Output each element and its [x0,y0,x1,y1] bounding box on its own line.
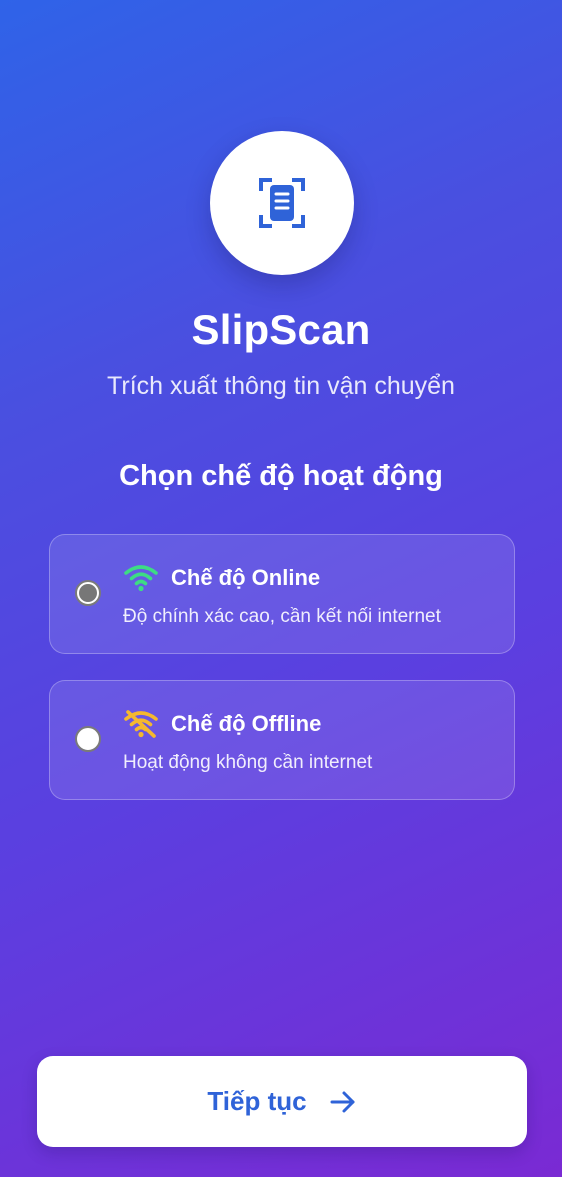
app-subtitle: Trích xuất thông tin vận chuyển [107,372,455,400]
mode-option-offline[interactable]: Chế độ Offline Hoạt động không cần inter… [49,680,515,800]
wifi-icon [124,565,158,592]
offline-mode-label: Chế độ Offline [171,711,322,736]
document-scan-icon [259,178,305,228]
wifi-off-icon [124,710,158,738]
arrow-right-icon [330,1091,355,1112]
mode-option-online[interactable]: Chế độ Online Độ chính xác cao, cần kết … [49,534,515,654]
app-title: SlipScan [191,306,371,353]
mode-selection-screen: SlipScan Trích xuất thông tin vận chuyển… [0,0,562,1177]
mode-section-heading: Chọn chế độ hoạt động [119,460,443,492]
continue-button-label: Tiếp tục [207,1086,307,1116]
continue-button[interactable]: Tiếp tục [37,1056,527,1147]
offline-radio[interactable] [75,726,101,752]
offline-mode-description: Hoạt động không cần internet [123,752,373,773]
online-mode-label: Chế độ Online [171,565,321,590]
online-mode-description: Độ chính xác cao, cần kết nối internet [123,606,441,627]
app-logo [210,131,354,275]
online-radio[interactable] [75,580,101,606]
